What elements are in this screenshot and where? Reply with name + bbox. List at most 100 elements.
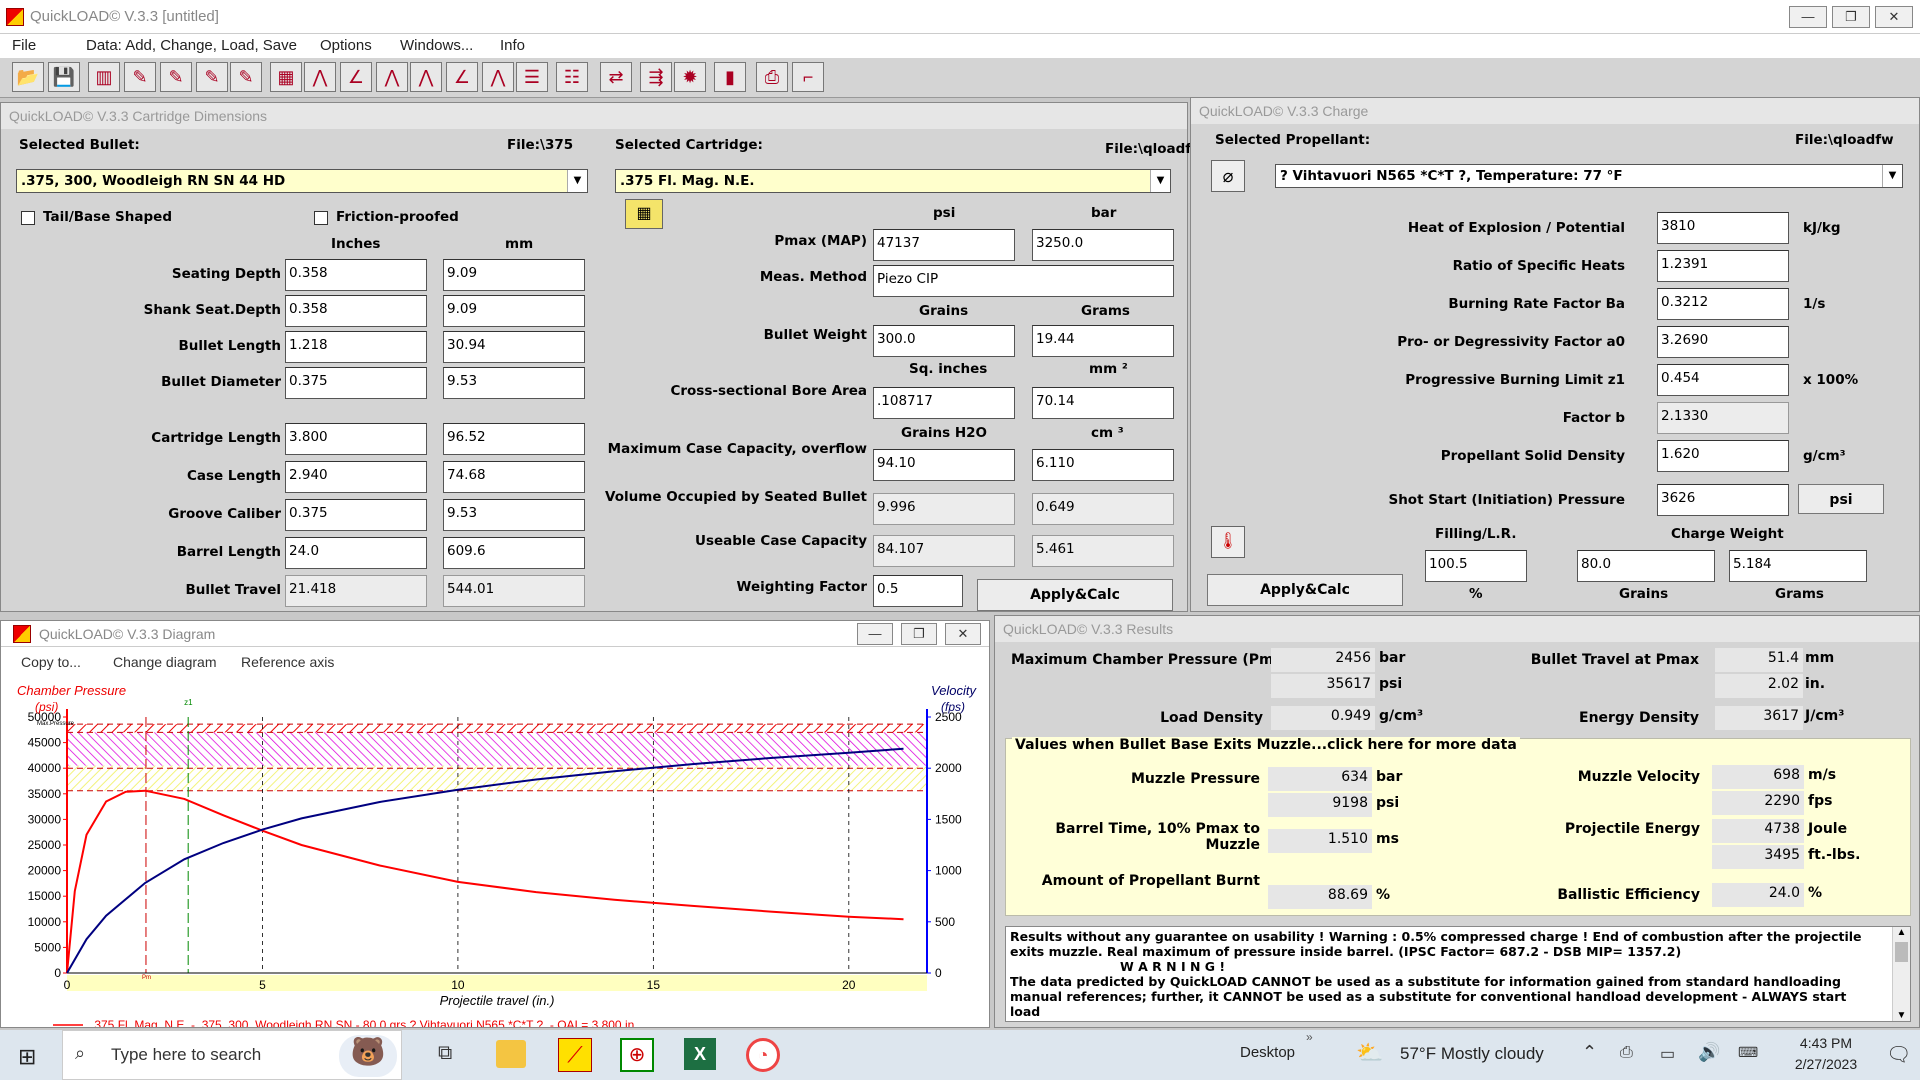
muzzle-values-header[interactable]: Values when Bullet Base Exits Muzzle...c… [1012,737,1520,753]
chart5-icon[interactable]: ∠ [446,62,478,92]
bullet-pen-icon[interactable]: ✎ [196,62,228,92]
open-folder-icon[interactable]: 📂 [12,62,44,92]
inches-input[interactable]: 1.218 [285,331,427,363]
chevron-down-icon[interactable]: ▼ [1882,165,1902,187]
excel-icon[interactable]: X [684,1038,716,1070]
mm-input[interactable]: 9.53 [443,499,585,531]
bullet-select[interactable]: .375, 300, Woodleigh RN SN 44 HD ▼ [16,169,588,193]
pen-icon[interactable]: ✎ [124,62,156,92]
flame-icon[interactable]: ✹ [674,62,706,92]
chevron-up-icon[interactable]: ⌃ [1582,1042,1597,1063]
mm-input[interactable]: 96.52 [443,423,585,455]
chart3-icon[interactable]: ⋀ [376,62,408,92]
charge-param-input[interactable]: 0.454 [1657,364,1789,396]
charge-param-input[interactable]: 3.2690 [1657,326,1789,358]
pmax-psi-input[interactable]: 47137 [873,229,1015,261]
shot-start-unit-button[interactable]: psi [1798,484,1884,514]
chevron-down-icon[interactable]: ▼ [567,170,587,192]
scroll-down-icon[interactable]: ▼ [1893,1010,1910,1021]
clock-time[interactable]: 4:43 PM [1786,1035,1866,1051]
meas-method-input[interactable]: Piezo CIP [873,265,1174,297]
apply-calc-button[interactable]: Apply&Calc [977,579,1173,611]
mm-input[interactable]: 9.09 [443,295,585,327]
chart1-icon[interactable]: ⋀ [304,62,336,92]
maximize-button[interactable]: ❐ [1832,6,1870,28]
chart4-icon[interactable]: ⋀ [410,62,442,92]
list2-icon[interactable]: ☷ [556,62,588,92]
gordons-reloading-icon[interactable]: ◔ [746,1038,780,1072]
chart2-icon[interactable]: ∠ [340,62,372,92]
device-icon[interactable]: ⎙ [1620,1044,1633,1062]
save-icon[interactable]: 💾 [48,62,80,92]
weather-cloud-icon[interactable]: ⛅ [1356,1040,1383,1066]
inches-input[interactable]: 3.800 [285,423,427,455]
bars-icon[interactable]: ▮ [714,62,746,92]
charge-weight-grams-input[interactable]: 5.184 [1729,550,1867,582]
scroll-up-icon[interactable]: ▲ [1893,927,1910,938]
minimize-button[interactable]: — [1789,6,1827,28]
menu-options[interactable]: Options [320,37,372,54]
task-view-icon[interactable]: ⧉ [438,1042,452,1065]
printer-icon[interactable]: ⎙ [756,62,788,92]
filling-input[interactable]: 100.5 [1425,550,1527,582]
table-icon[interactable]: ▦ [270,62,302,92]
diagram-minimize-button[interactable]: — [857,623,893,645]
tail-base-checkbox[interactable] [21,211,35,225]
inches-input[interactable]: 0.358 [285,295,427,327]
mm-input[interactable]: 9.09 [443,259,585,291]
diagram-maximize-button[interactable]: ❐ [901,623,937,645]
charge-param-input[interactable]: 3810 [1657,212,1789,244]
bullet-weight-grains-input[interactable]: 300.0 [873,325,1015,357]
max-case-capacity-cm3-input[interactable]: 6.110 [1032,449,1174,481]
chart6-icon[interactable]: ⋀ [482,62,514,92]
menu-windows[interactable]: Windows... [400,37,473,54]
charge-param-input[interactable]: 1.620 [1657,440,1789,472]
weighting-factor-input[interactable]: 0.5 [873,575,963,607]
pen2-icon[interactable]: ✎ [160,62,192,92]
charge-param-input[interactable]: 1.2391 [1657,250,1789,282]
close-button[interactable]: ✕ [1875,6,1913,28]
message-scrollbar[interactable]: ▲ ▼ [1892,927,1910,1021]
list-icon[interactable]: ☰ [516,62,548,92]
inches-input[interactable]: 24.0 [285,537,427,569]
bore-area-mm2-input[interactable]: 70.14 [1032,387,1174,419]
propellant-select[interactable]: ? Vihtavuori N565 *C*T ?, Temperature: 7… [1275,164,1903,188]
scroll-thumb[interactable] [1895,942,1908,962]
desktop-toolbar-label[interactable]: Desktop [1240,1044,1295,1061]
bullet-weight-grams-input[interactable]: 19.44 [1032,325,1174,357]
speaker-icon[interactable]: 🔊 [1698,1042,1720,1063]
clock-date[interactable]: 2/27/2023 [1778,1056,1874,1072]
chevron-double-right-icon[interactable]: » [1306,1030,1313,1044]
file-explorer-icon[interactable] [496,1040,526,1068]
arrows-icon[interactable]: ⇄ [600,62,632,92]
chevron-down-icon[interactable]: ▼ [1150,170,1170,192]
charge-param-input[interactable]: 3626 [1657,484,1789,516]
diagram-menu-reference-axis[interactable]: Reference axis [241,654,334,670]
ime-icon[interactable]: ⌨ [1738,1044,1758,1061]
quickload-taskbar-icon[interactable]: ⟋ [558,1038,592,1072]
results-message-box[interactable]: Results without any guarantee on usabili… [1005,926,1911,1022]
notification-icon[interactable]: 🗨 [1886,1042,1911,1067]
mm-input[interactable]: 9.53 [443,367,585,399]
menu-info[interactable]: Info [500,37,525,54]
diagram-menu-change[interactable]: Change diagram [113,654,217,670]
mm-input[interactable]: 30.94 [443,331,585,363]
diagram-menu-copy[interactable]: Copy to... [21,654,81,670]
inches-input[interactable]: 0.358 [285,259,427,291]
charge-apply-calc-button[interactable]: Apply&Calc [1207,574,1403,606]
inches-input[interactable]: 0.375 [285,499,427,531]
bore-area-sqin-input[interactable]: .108717 [873,387,1015,419]
propellant-tool-icon[interactable]: ⌀ [1211,160,1245,192]
mm-input[interactable]: 74.68 [443,461,585,493]
books-icon[interactable]: ▥ [88,62,120,92]
diagram-close-button[interactable]: ✕ [945,623,981,645]
menu-data[interactable]: Data: Add, Change, Load, Save [86,37,297,54]
charge-weight-grains-input[interactable]: 80.0 [1577,550,1715,582]
bullet-pen2-icon[interactable]: ✎ [230,62,262,92]
battery-icon[interactable]: ▭ [1660,1044,1675,1064]
mm-input[interactable]: 609.6 [443,537,585,569]
muzzle-values-group[interactable]: Values when Bullet Base Exits Muzzle...c… [1005,737,1911,916]
inches-input[interactable]: 0.375 [285,367,427,399]
shift-icon[interactable]: ⇶ [640,62,672,92]
quicktarget-taskbar-icon[interactable]: ⊕ [620,1038,654,1072]
